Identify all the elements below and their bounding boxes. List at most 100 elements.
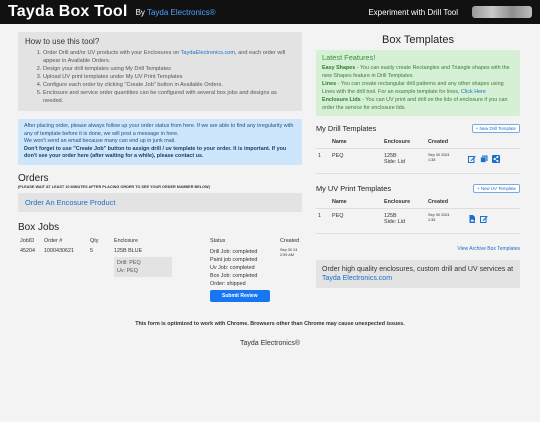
- howto-panel: How to use this tool? Order Drill and/or…: [18, 32, 302, 111]
- created-time: 1:38: [428, 158, 436, 162]
- howto-step: Configure each order by clicking "Create…: [43, 81, 295, 89]
- col-header-order: Order #: [44, 237, 63, 244]
- howto-step: Enclosure and service order quantities c…: [43, 89, 295, 105]
- orders-title: Orders: [18, 172, 49, 184]
- edit-icon[interactable]: [480, 215, 488, 223]
- uv-templates-table: Name Enclosure Created 1 PEQ 125B Side: …: [316, 196, 520, 234]
- created-time: 1:35: [428, 218, 436, 222]
- user-account-button[interactable]: [472, 6, 532, 18]
- order-status-notice: After placing order, please always follo…: [18, 119, 302, 165]
- template-created: Sep 30 2024 1:38: [426, 148, 466, 174]
- top-right-nav: Experiment with Drill Tool: [368, 6, 532, 18]
- box-jobs-table: JobID Order # Qty Enclosure Status Creat…: [18, 237, 302, 305]
- enclosure-cell: 125B BLUE Drill: PEQ Uv: PEQ: [112, 245, 208, 305]
- image-file-icon[interactable]: [468, 215, 476, 223]
- col-header-qty: Qty: [90, 237, 99, 244]
- qty-cell: 5: [90, 247, 93, 254]
- col-header-enclosure: Enclosure: [382, 136, 426, 149]
- col-header-status: Status: [210, 237, 226, 244]
- drill-templates-header: My Drill Templates + New Drill Template: [316, 124, 520, 133]
- feature-enclosure-lids: Enclosure Lids - You can UV print and dr…: [322, 96, 514, 112]
- status-line: Order: shipped: [210, 280, 246, 287]
- order-product-box: Order An Encosure Product: [18, 192, 302, 212]
- tayda-store-link[interactable]: TaydaElectronics.com: [181, 50, 235, 56]
- howto-title: How to use this tool?: [25, 37, 100, 46]
- right-column: Box Templates Latest Features! Easy Shap…: [316, 32, 520, 305]
- col-header-actions: [466, 136, 520, 149]
- promo-text: Order high quality enclosures, custom dr…: [322, 266, 514, 273]
- status-line: Box Job: completed: [210, 272, 258, 279]
- enclosure-name: 125B BLUE: [114, 247, 143, 254]
- enclosure-side: Side: Lid: [384, 219, 405, 225]
- table-row: 45204 1000430621 5 125B BLUE Drill: PEQ …: [18, 245, 302, 305]
- col-header-created: Created: [280, 237, 300, 244]
- howto-step: Upload UV print templates under My UV Pr…: [43, 73, 295, 81]
- features-title: Latest Features!: [322, 53, 376, 62]
- box-jobs-title: Box Jobs: [18, 221, 60, 233]
- template-name: PEQ: [330, 148, 382, 174]
- status-line: Uv Job: completed: [210, 264, 255, 271]
- col-header-actions: [466, 196, 520, 209]
- feature-label: Enclosure Lids: [322, 97, 361, 103]
- experiment-drill-tool-link[interactable]: Experiment with Drill Tool: [368, 8, 458, 17]
- col-header-name: Name: [330, 196, 382, 209]
- feature-label: Lines: [322, 81, 337, 87]
- main-content: How to use this tool? Order Drill and/or…: [0, 24, 540, 305]
- template-name: PEQ: [330, 208, 382, 234]
- uv-templates-header: My UV Print Templates + New UV Template: [316, 184, 520, 193]
- job-id-cell: 45204: [20, 247, 35, 254]
- status-line: Paint job completed: [210, 256, 258, 263]
- lines-example-link[interactable]: Click Here: [461, 89, 486, 95]
- footer-brand: Tayda Electronics®: [239, 339, 301, 347]
- col-header-jobid: JobID: [20, 237, 35, 244]
- template-actions: [466, 208, 520, 234]
- share-icon[interactable]: [492, 155, 500, 163]
- table-row: 1 PEQ 125B Side: Lid Sep 30 2024 1:35: [316, 208, 520, 234]
- view-archive-link[interactable]: View Archive Box Templates: [316, 246, 520, 252]
- howto-steps: Order Drill and/or UV products with your…: [25, 49, 295, 105]
- top-bar: Tayda Box Tool By Tayda Electronics® Exp…: [0, 0, 540, 24]
- row-index: 1: [316, 148, 330, 174]
- enclosure-side: Side: Lid: [384, 159, 405, 165]
- template-enclosure: 125B Side: Lid: [382, 208, 426, 234]
- new-drill-template-button[interactable]: + New Drill Template: [471, 124, 520, 133]
- tayda-link[interactable]: Tayda Electronics®: [147, 8, 216, 17]
- step-text: Order Drill and/or UV products with your…: [43, 50, 181, 56]
- notice-line: We won't send an email because many can …: [24, 138, 176, 145]
- created-time: 2:59 AM: [280, 252, 294, 257]
- col-header-created: Created: [426, 196, 466, 209]
- promo-link[interactable]: Tayda Electronics.com: [322, 275, 392, 282]
- howto-step: Design your drill templates using My Dri…: [43, 65, 295, 73]
- notice-important: Don't forget to use "Create Job" button …: [24, 145, 287, 160]
- box-templates-title: Box Templates: [382, 34, 454, 46]
- template-actions: [466, 148, 520, 174]
- app-title: Tayda Box Tool: [8, 3, 128, 20]
- order-number-cell: 1000430621: [44, 247, 74, 254]
- feature-lines: Lines - You can create rectangular drill…: [322, 80, 514, 96]
- col-header-created: Created: [426, 136, 466, 149]
- order-enclosure-link[interactable]: Order An Encosure Product: [25, 198, 115, 207]
- template-created: Sep 30 2024 1:35: [426, 208, 466, 234]
- feature-label: Easy Shapes: [322, 65, 356, 71]
- col-header-enclosure: Enclosure: [382, 196, 426, 209]
- table-row: 1 PEQ 125B Side: Lid Sep 30 2024 1:38: [316, 148, 520, 174]
- status-cell: Drill Job: completed Paint job completed…: [208, 245, 278, 305]
- drill-templates-title: My Drill Templates: [316, 124, 377, 133]
- browser-compat-note: This form is optimized to work with Chro…: [135, 320, 405, 327]
- new-uv-template-button[interactable]: + New UV Template: [473, 184, 520, 193]
- promo-panel: Order high quality enclosures, custom dr…: [316, 260, 520, 288]
- table-header-row: Name Enclosure Created: [316, 136, 520, 149]
- template-enclosure: 125B Side: Lid: [382, 148, 426, 174]
- left-column: How to use this tool? Order Drill and/or…: [18, 32, 302, 305]
- notice-line: After placing order, please always follo…: [24, 123, 294, 137]
- edit-icon[interactable]: [468, 155, 476, 163]
- submit-review-button[interactable]: Submit Review: [210, 289, 270, 302]
- copy-icon[interactable]: [480, 155, 488, 163]
- orders-wait-note: (PLEASE WAIT AT LEAST 10 MINUTES AFTER P…: [18, 184, 210, 189]
- howto-step: Order Drill and/or UV products with your…: [43, 49, 295, 65]
- row-index: 1: [316, 208, 330, 234]
- latest-features-panel: Latest Features! Easy Shapes - You can e…: [316, 50, 520, 116]
- drill-template-label: Drill: PEQ: [117, 259, 141, 266]
- table-header-row: JobID Order # Qty Enclosure Status Creat…: [18, 237, 302, 245]
- uv-template-label: Uv: PEQ: [117, 267, 138, 274]
